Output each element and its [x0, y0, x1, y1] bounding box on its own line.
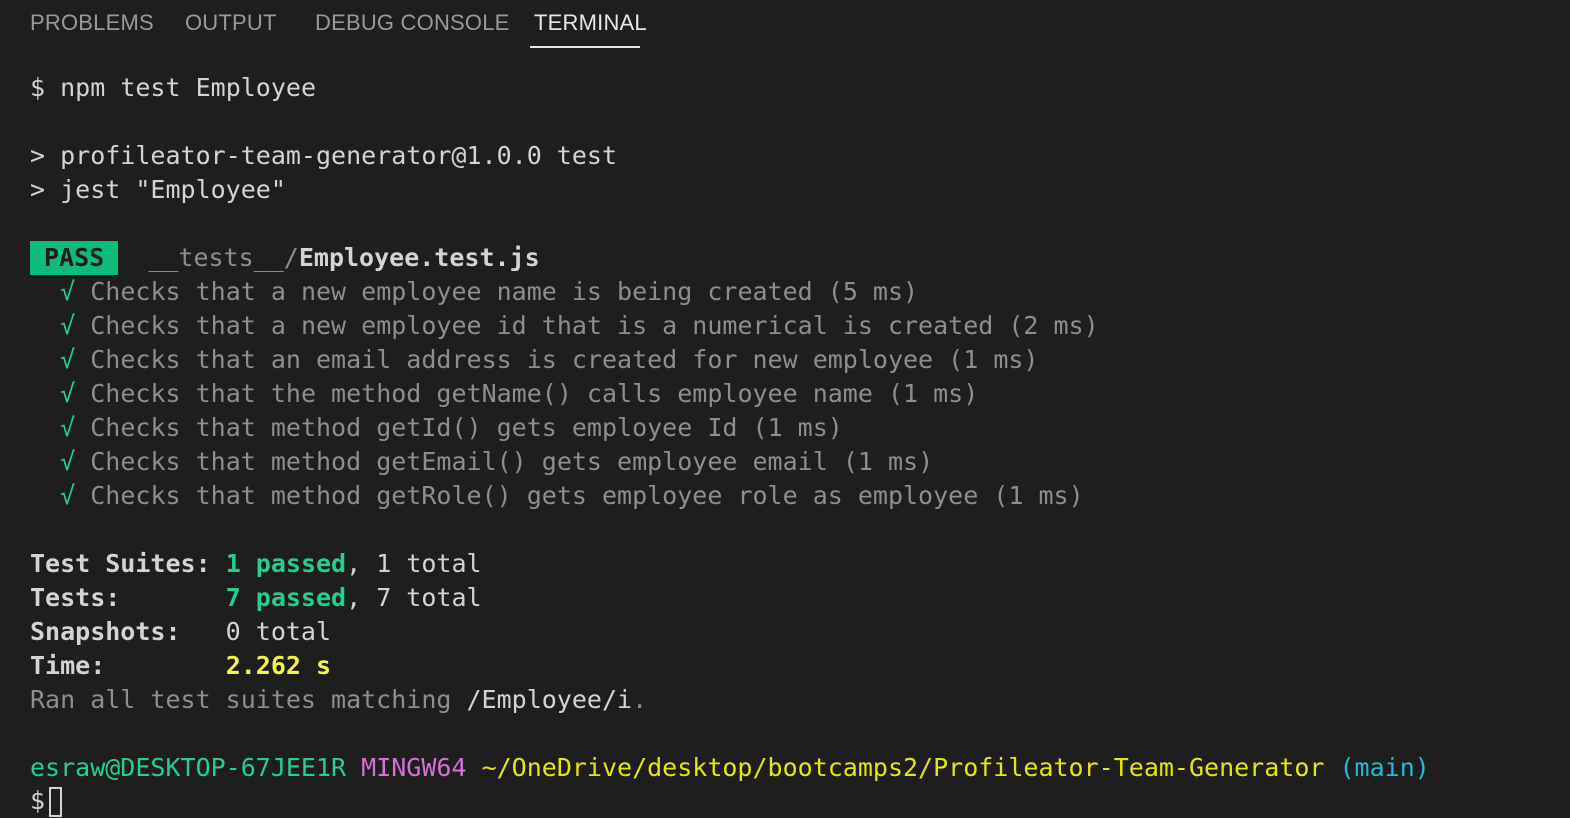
pass-badge: PASS	[30, 241, 119, 275]
summary-ran-line: Ran all test suites matching /Employee/i…	[30, 683, 647, 717]
summary-time: Time: 2.262 s	[30, 649, 331, 683]
check-icon: √	[60, 345, 76, 374]
summary-snapshots-value: 0 total	[225, 617, 332, 646]
active-tab-indicator	[530, 46, 640, 48]
test-case-line: √ Checks that method getId() gets employ…	[30, 411, 843, 445]
summary-snapshots: Snapshots: 0 total	[30, 615, 331, 649]
check-icon: √	[60, 481, 76, 510]
ran-prefix: Ran all test suites matching	[30, 685, 467, 714]
terminal-cursor	[49, 787, 63, 817]
summary-time-label: Time:	[30, 651, 106, 680]
test-case-time: (2 ms)	[1008, 311, 1099, 340]
test-case-time: (1 ms)	[948, 345, 1039, 374]
script-line: > profileator-team-generator@1.0.0 test	[30, 141, 617, 170]
prompt-symbol: $	[30, 786, 46, 815]
panel-tab-bar: PROBLEMS OUTPUT DEBUG CONSOLE TERMINAL	[0, 0, 1570, 52]
prompt-shell: MINGW64	[361, 753, 467, 782]
check-icon: √	[60, 447, 76, 476]
check-icon: √	[60, 379, 76, 408]
test-case-line: √ Checks that method getRole() gets empl…	[30, 479, 1084, 513]
tab-debug-console[interactable]: DEBUG CONSOLE	[311, 10, 514, 36]
test-case-time: (1 ms)	[752, 413, 843, 442]
prompt-branch: (main)	[1339, 753, 1430, 782]
summary-suites-label: Test Suites:	[30, 549, 211, 578]
test-case-line: √ Checks that an email address is create…	[30, 343, 1038, 377]
test-case-line: √ Checks that a new employee id that is …	[30, 309, 1099, 343]
test-case-name: Checks that a new employee name is being…	[90, 277, 813, 306]
test-case-name: Checks that method getRole() gets employ…	[90, 481, 979, 510]
summary-suites-passed: 1 passed	[225, 549, 347, 578]
check-icon: √	[60, 277, 76, 306]
prompt-symbol: $	[30, 73, 46, 102]
ran-suffix: .	[632, 685, 648, 714]
summary-tests: Tests: 7 passed, 7 total	[30, 581, 482, 615]
check-icon: √	[60, 311, 76, 340]
command-text: npm test Employee	[60, 73, 316, 102]
tab-terminal[interactable]: TERMINAL	[530, 10, 651, 36]
prompt-user-host: esraw@DESKTOP-67JEE1R	[30, 753, 347, 782]
summary-tests-label: Tests:	[30, 583, 121, 612]
test-case-time: (5 ms)	[827, 277, 919, 306]
test-case-line: √ Checks that the method getName() calls…	[30, 377, 978, 411]
tab-output[interactable]: OUTPUT	[181, 10, 281, 36]
test-case-name: Checks that a new employee id that is a …	[90, 311, 994, 340]
tab-problems[interactable]: PROBLEMS	[26, 10, 158, 36]
test-case-line: √ Checks that a new employee name is bei…	[30, 275, 918, 309]
check-icon: √	[60, 413, 76, 442]
summary-time-value: 2.262 s	[225, 651, 332, 680]
input-line[interactable]: $	[30, 784, 63, 818]
script-line: > jest "Employee"	[30, 175, 286, 204]
test-file-result: PASS __tests__/Employee.test.js	[30, 241, 540, 275]
test-file-name: Employee.test.js	[298, 243, 540, 272]
test-case-name: Checks that the method getName() calls e…	[90, 379, 873, 408]
summary-suites: Test Suites: 1 passed, 1 total	[30, 547, 482, 581]
shell-prompt-info: esraw@DESKTOP-67JEE1R MINGW64 ~/OneDrive…	[30, 751, 1430, 785]
command-line: $ npm test Employee	[30, 71, 316, 105]
prompt-cwd: ~/OneDrive/desktop/bootcamps2/Profileato…	[481, 753, 1325, 782]
test-case-time: (1 ms)	[993, 481, 1084, 510]
test-case-time: (1 ms)	[842, 447, 934, 476]
summary-tests-passed: 7 passed	[225, 583, 347, 612]
test-case-time: (1 ms)	[887, 379, 979, 408]
test-case-name: Checks that an email address is created …	[90, 345, 934, 374]
test-case-name: Checks that method getEmail() gets emplo…	[90, 447, 828, 476]
summary-snapshots-label: Snapshots:	[30, 617, 181, 646]
summary-suites-total: , 1 total	[346, 549, 482, 578]
test-case-name: Checks that method getId() gets employee…	[90, 413, 738, 442]
ran-pattern: /Employee/i	[466, 685, 633, 714]
test-case-line: √ Checks that method getEmail() gets emp…	[30, 445, 933, 479]
summary-tests-total: , 7 total	[346, 583, 482, 612]
test-file-dir: __tests__/	[148, 243, 299, 272]
